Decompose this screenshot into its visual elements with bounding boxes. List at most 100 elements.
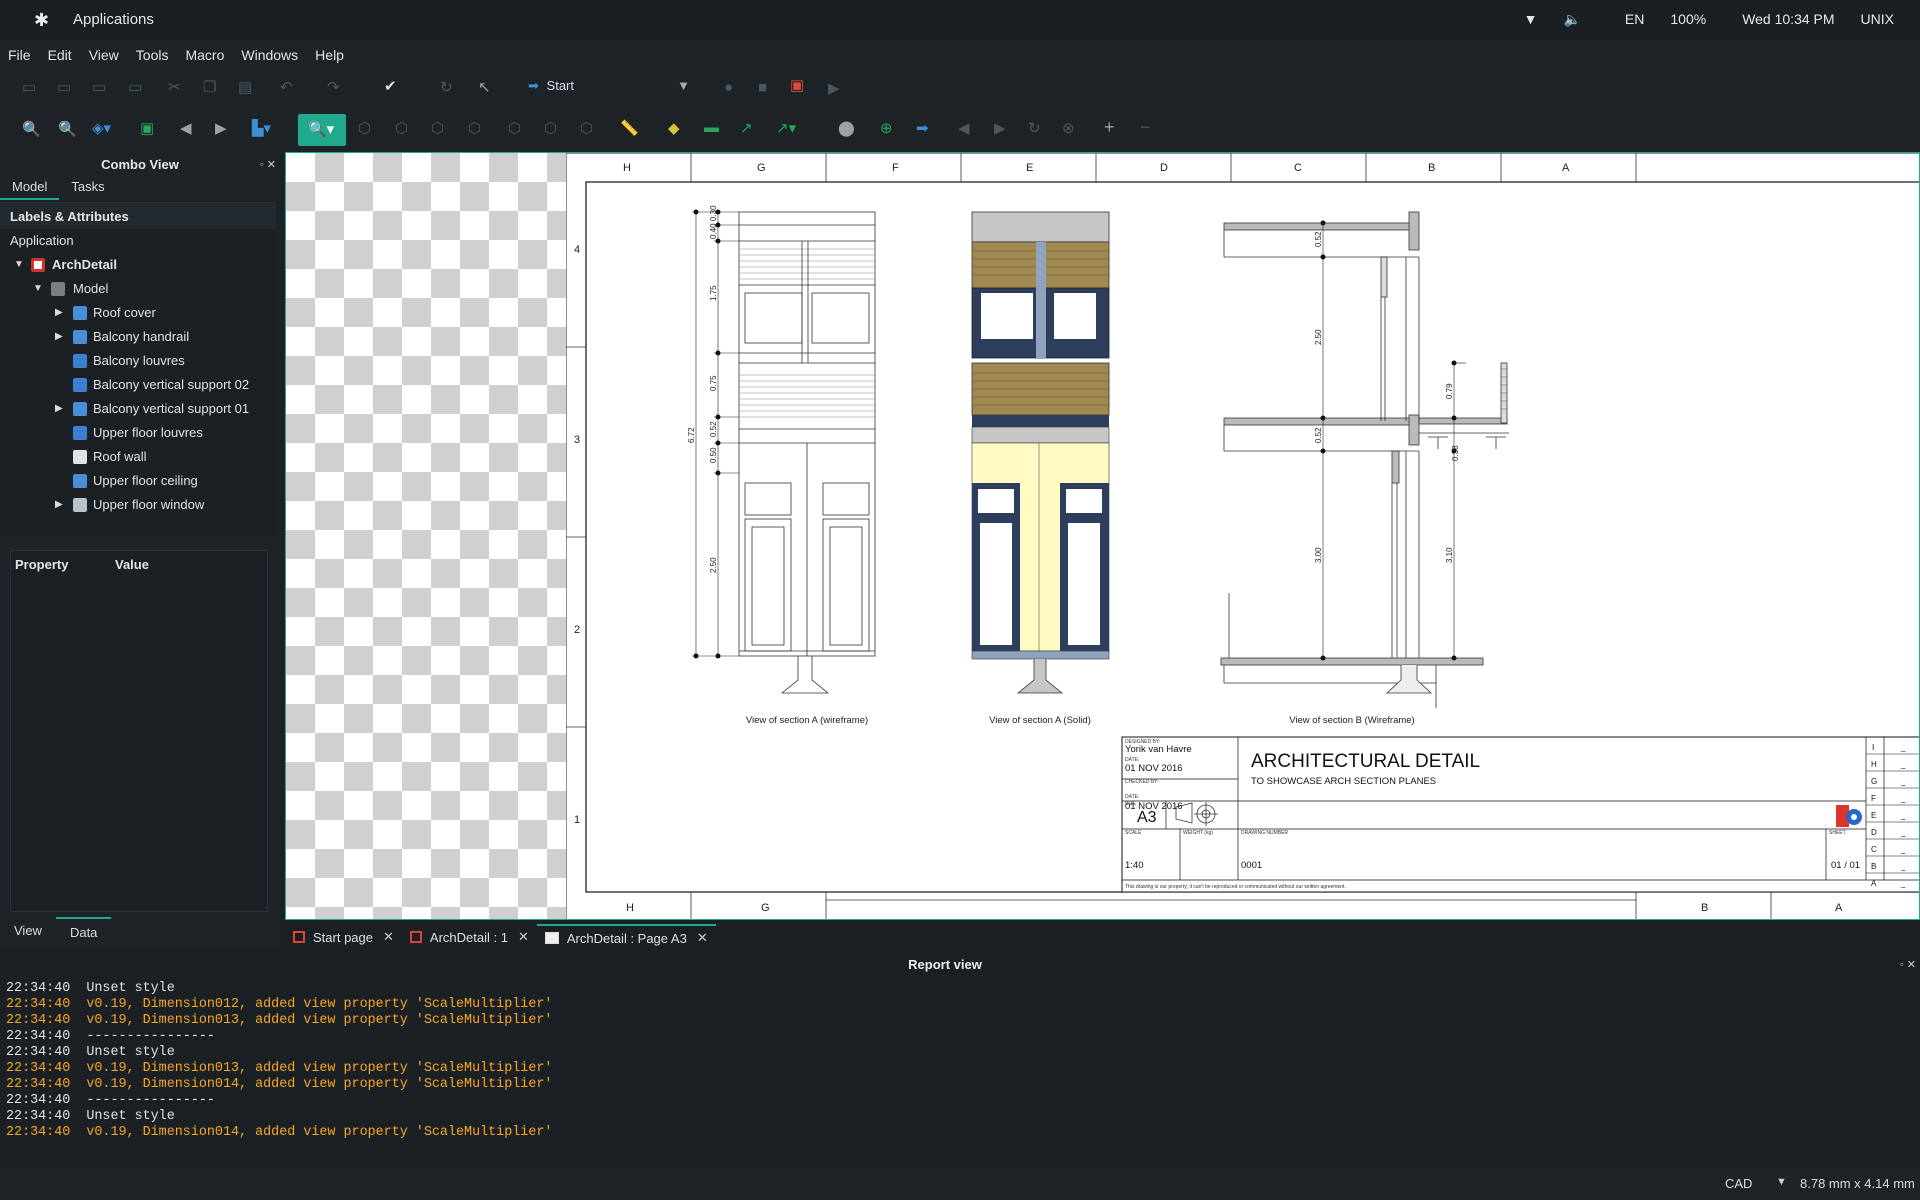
tab-tasks[interactable]: Tasks <box>59 176 116 200</box>
property-column-header[interactable]: Property <box>15 551 68 579</box>
tab-view[interactable]: View <box>0 917 56 946</box>
tree-item[interactable]: Roof wall <box>0 445 276 469</box>
part-icon[interactable]: ◆ <box>668 119 680 137</box>
save-icon[interactable]: ▭ <box>92 78 106 96</box>
stop-icon[interactable]: ⊗ <box>1062 119 1075 137</box>
app-launcher-icon[interactable]: ✱ <box>34 10 49 31</box>
refresh-check-icon[interactable]: ✔ <box>384 77 397 95</box>
chevron-down-icon[interactable]: ▼ <box>1776 1176 1787 1188</box>
page-back-icon[interactable]: ◀ <box>958 119 970 137</box>
tab-start-page[interactable]: Start page ✕ <box>285 924 402 950</box>
tree-item[interactable]: ▶ Roof cover <box>0 301 276 325</box>
undo-icon[interactable]: ↶ <box>280 78 293 96</box>
macro-record-icon[interactable]: ● <box>724 79 733 96</box>
menu-macro[interactable]: Macro <box>185 47 224 63</box>
view-top-icon[interactable]: ⬡ <box>431 119 444 137</box>
keyboard-layout[interactable]: EN <box>1625 11 1644 28</box>
view-right-icon[interactable]: ⬡ <box>468 119 481 137</box>
volume-icon[interactable]: 🔈 <box>1563 11 1580 28</box>
tree-item[interactable]: ▶ Balcony handrail <box>0 325 276 349</box>
tree-item[interactable]: Upper floor louvres <box>0 421 276 445</box>
macro-editor-icon[interactable]: ▣ <box>790 76 804 94</box>
menu-view[interactable]: View <box>89 47 119 63</box>
view-bottom-icon[interactable]: ⬡ <box>544 119 557 137</box>
forward-icon[interactable]: ▶ <box>215 119 227 137</box>
view-left-icon[interactable]: ⬡ <box>580 119 593 137</box>
std-views-icon[interactable]: ▙▾ <box>252 119 271 137</box>
section-a-solid-view[interactable] <box>971 211 1110 694</box>
value-column-header[interactable]: Value <box>115 551 149 579</box>
link-actions-icon[interactable]: ↗▾ <box>776 119 796 137</box>
expanded-icon[interactable]: ▼ <box>33 277 43 301</box>
close-icon[interactable]: ✕ <box>383 929 394 945</box>
zoom-in-icon[interactable]: + <box>1104 117 1115 138</box>
battery-level[interactable]: 100% <box>1670 11 1706 28</box>
tree-document[interactable]: ▼ ArchDetail <box>0 253 276 277</box>
page-forward-icon[interactable]: ▶ <box>994 119 1006 137</box>
cut-icon[interactable]: ✂ <box>168 78 181 96</box>
new-file-icon[interactable]: ▭ <box>22 78 36 96</box>
paste-icon[interactable]: ▤ <box>238 78 252 96</box>
tab-page-a3[interactable]: ArchDetail : Page A3 ✕ <box>536 924 716 950</box>
close-icon[interactable]: ✕ <box>518 929 529 945</box>
tab-data[interactable]: Data <box>55 917 112 946</box>
link-icon[interactable]: ↗ <box>740 119 753 137</box>
view-rear-icon[interactable]: ⬡ <box>508 119 521 137</box>
zoom-out-icon[interactable]: − <box>1140 117 1151 138</box>
collapsed-icon[interactable]: ▶ <box>55 493 63 517</box>
open-file-icon[interactable]: ▭ <box>57 78 71 96</box>
zoom-box-icon[interactable]: 🔍 <box>58 120 77 138</box>
applications-menu[interactable]: Applications <box>73 11 154 28</box>
close-icon[interactable]: ✕ <box>697 930 708 946</box>
tree-root[interactable]: Application <box>0 229 276 253</box>
whats-this-icon[interactable]: ↖ <box>478 78 491 96</box>
collapsed-icon[interactable]: ▶ <box>55 325 63 349</box>
panel-controls[interactable]: ◦ ✕ <box>1900 953 1916 977</box>
fit-all-button[interactable]: 🔍▾ <box>298 114 346 146</box>
page-refresh-icon[interactable]: ↻ <box>1028 119 1041 137</box>
recompute-icon[interactable]: ↻ <box>440 78 453 96</box>
clock[interactable]: Wed 10:34 PM <box>1742 11 1834 28</box>
tab-3d-view[interactable]: ArchDetail : 1 ✕ <box>402 924 537 950</box>
wifi-icon[interactable]: ▼ <box>1524 11 1538 28</box>
print-icon[interactable]: ▭ <box>128 78 142 96</box>
macro-play-icon[interactable]: ▶ <box>828 79 840 97</box>
tree-item[interactable]: Upper floor ceiling <box>0 469 276 493</box>
report-log[interactable]: 22:34:40 Unset style 22:34:40 v0.19, Dime… <box>6 981 1906 1157</box>
expanded-icon[interactable]: ▼ <box>14 253 24 277</box>
panel-controls[interactable]: ◦ ✕ <box>260 154 276 176</box>
workbench-selector[interactable]: ➡ Start ▼ <box>528 78 690 98</box>
menu-help[interactable]: Help <box>315 47 344 63</box>
menu-edit[interactable]: Edit <box>48 47 72 63</box>
session-label[interactable]: UNIX <box>1861 11 1894 28</box>
collapsed-icon[interactable]: ▶ <box>55 301 63 325</box>
menu-tools[interactable]: Tools <box>136 47 169 63</box>
collapsed-icon[interactable]: ▶ <box>55 397 63 421</box>
draw-style-icon[interactable]: ◈▾ <box>92 119 111 137</box>
tree-group[interactable]: ▼ Model <box>0 277 276 301</box>
techdraw-canvas[interactable]: H G F E D C B A 4 3 2 1 4 3 2 1 H G B A <box>285 152 1920 920</box>
navigation-style[interactable]: CAD <box>1725 1176 1752 1191</box>
copy-icon[interactable]: ❐ <box>203 78 216 96</box>
drawing-sheet[interactable]: H G F E D C B A 4 3 2 1 4 3 2 1 H G B A <box>566 153 1920 920</box>
view-isometric-icon[interactable]: ⬡ <box>358 119 371 137</box>
title-block[interactable]: DESIGNED BY: DATE: CHECKED BY: DATE: SIZ… <box>1121 736 1920 893</box>
back-icon[interactable]: ◀ <box>180 119 192 137</box>
sphere-icon[interactable]: ⬤ <box>838 119 855 137</box>
menu-windows[interactable]: Windows <box>241 47 298 63</box>
tree-item[interactable]: Balcony louvres <box>0 349 276 373</box>
tree-item[interactable]: ▶ Upper floor window <box>0 493 276 517</box>
group-icon[interactable]: ▬ <box>704 119 719 136</box>
view-front-icon[interactable]: ⬡ <box>395 119 408 137</box>
tree-item[interactable]: ▶ Balcony vertical support 01 <box>0 397 276 421</box>
bounding-box-icon[interactable]: ▣ <box>140 119 154 137</box>
web-icon[interactable]: ⊕ <box>880 119 893 137</box>
tab-model[interactable]: Model <box>0 176 60 200</box>
tree-item[interactable]: Balcony vertical support 02 <box>0 373 276 397</box>
tree-header[interactable]: Labels & Attributes <box>0 203 276 229</box>
next-icon[interactable]: ➡ <box>916 119 929 137</box>
zoom-icon[interactable]: 🔍 <box>22 120 41 138</box>
measure-icon[interactable]: 📏 <box>620 119 639 137</box>
menu-file[interactable]: File <box>8 47 31 63</box>
redo-icon[interactable]: ↷ <box>327 78 340 96</box>
